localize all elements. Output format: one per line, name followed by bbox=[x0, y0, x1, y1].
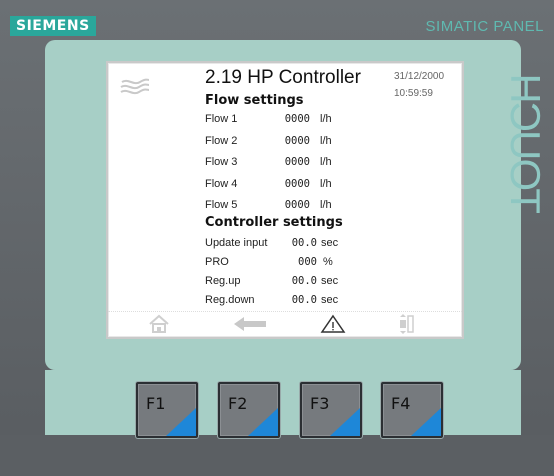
key-corner-marker-icon bbox=[248, 408, 278, 436]
flow-label: Flow 1 bbox=[205, 113, 238, 125]
controller-unit: sec bbox=[321, 294, 339, 306]
controller-unit: sec bbox=[321, 237, 339, 249]
flow-row: Flow 1 0000 l/h bbox=[205, 112, 405, 127]
alarm-warning-icon[interactable] bbox=[320, 314, 346, 334]
flow-settings-heading: Flow settings bbox=[205, 93, 304, 108]
flow-unit: l/h bbox=[320, 178, 332, 190]
controller-value-field[interactable]: 00.0 bbox=[285, 274, 317, 288]
function-key-label: F4 bbox=[391, 394, 411, 413]
hmi-display: 2.19 HP Controller 31/12/2000 10:59:59 F… bbox=[106, 61, 464, 339]
flow-value-field[interactable]: 0000 bbox=[278, 177, 310, 191]
controller-row: Update input 00.0 sec bbox=[205, 236, 405, 251]
controller-settings-heading: Controller settings bbox=[205, 215, 343, 230]
panel-type-label: TOUCH bbox=[502, 75, 549, 215]
flow-label: Flow 5 bbox=[205, 199, 238, 211]
function-key-f3[interactable]: F3 bbox=[300, 382, 362, 438]
controller-label: Reg.down bbox=[205, 294, 255, 306]
controller-label: Update input bbox=[205, 237, 268, 249]
controller-row: Reg.up 00.0 sec bbox=[205, 274, 405, 289]
home-icon[interactable] bbox=[148, 314, 172, 334]
back-arrow-icon[interactable] bbox=[232, 314, 266, 334]
flow-row: Flow 3 0000 l/h bbox=[205, 155, 405, 170]
function-key-f2[interactable]: F2 bbox=[218, 382, 280, 438]
screen-title: 2.19 HP Controller bbox=[205, 67, 361, 88]
flow-row: Flow 4 0000 l/h bbox=[205, 177, 405, 192]
flow-unit: l/h bbox=[320, 199, 332, 211]
scroll-icon[interactable] bbox=[396, 314, 420, 334]
key-corner-marker-icon bbox=[411, 408, 441, 436]
flow-value-field[interactable]: 0000 bbox=[278, 134, 310, 148]
controller-unit: % bbox=[323, 256, 333, 268]
flow-unit: l/h bbox=[320, 135, 332, 147]
flow-row: Flow 2 0000 l/h bbox=[205, 134, 405, 149]
flow-value-field[interactable]: 0000 bbox=[278, 112, 310, 126]
flow-unit: l/h bbox=[320, 113, 332, 125]
panel-model-label: SIMATIC PANEL bbox=[425, 18, 544, 35]
controller-value-field[interactable]: 00.0 bbox=[285, 236, 317, 250]
controller-row: Reg.down 00.0 sec bbox=[205, 293, 405, 308]
function-key-label: F1 bbox=[146, 394, 166, 413]
function-key-label: F2 bbox=[228, 394, 248, 413]
function-key-label: F3 bbox=[310, 394, 330, 413]
function-key-f4[interactable]: F4 bbox=[381, 382, 443, 438]
controller-unit: sec bbox=[321, 275, 339, 287]
flow-label: Flow 4 bbox=[205, 178, 238, 190]
controller-label: Reg.up bbox=[205, 275, 241, 287]
flow-value-field[interactable]: 0000 bbox=[278, 198, 310, 212]
screen-nav-bar bbox=[108, 311, 462, 336]
brand-logo: SIEMENS bbox=[10, 16, 96, 36]
controller-value-field[interactable]: 000 bbox=[285, 255, 317, 269]
key-corner-marker-icon bbox=[330, 408, 360, 436]
key-corner-marker-icon bbox=[166, 408, 196, 436]
siemens-swirl-icon bbox=[120, 78, 150, 95]
screen-time: 10:59:59 bbox=[394, 88, 433, 99]
panel-bottom-edge bbox=[0, 435, 554, 476]
flow-label: Flow 2 bbox=[205, 135, 238, 147]
function-key-f1[interactable]: F1 bbox=[136, 382, 198, 438]
screen-date: 31/12/2000 bbox=[394, 71, 445, 82]
controller-row: PRO 000 % bbox=[205, 255, 405, 270]
panel-key-area bbox=[45, 370, 521, 435]
flow-label: Flow 3 bbox=[205, 156, 238, 168]
flow-row: Flow 5 0000 l/h bbox=[205, 198, 405, 213]
flow-value-field[interactable]: 0000 bbox=[278, 155, 310, 169]
controller-value-field[interactable]: 00.0 bbox=[285, 293, 317, 307]
controller-label: PRO bbox=[205, 256, 229, 268]
flow-unit: l/h bbox=[320, 156, 332, 168]
